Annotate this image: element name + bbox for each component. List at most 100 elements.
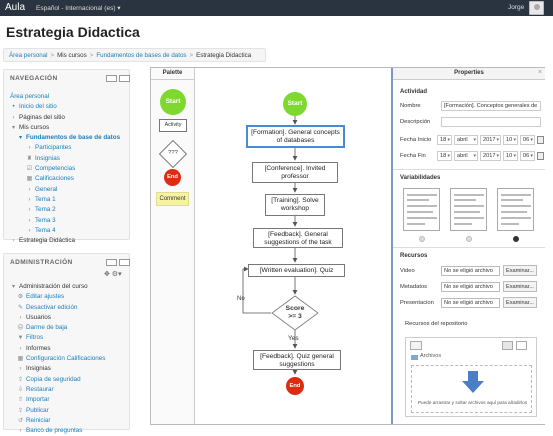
variability-thumbnail[interactable] [403,188,440,231]
nav-item[interactable]: › Tema 3 [10,216,130,226]
flow-activity-node[interactable]: [Feedback]. Quiz general suggestions [253,350,341,370]
dock-icon[interactable] [106,259,117,266]
grid-view-icon[interactable] [502,341,513,350]
end-day-select[interactable]: 18 [437,151,452,161]
file-icon[interactable] [410,341,422,350]
start-month-select[interactable]: abril [454,135,478,145]
end-month-select[interactable]: abril [454,151,478,161]
backup-icon: ⇪ [17,376,24,383]
top-navbar: Aula Español - Internacional (es) ▾ Jorg… [0,0,553,16]
admin-item[interactable]: › Insignias [10,364,130,374]
admin-item[interactable]: ▼ Filtros [10,333,130,343]
close-icon[interactable]: × [538,69,542,76]
start-day-select[interactable]: 18 [437,135,452,145]
video-browse-button[interactable]: Examinar... [503,265,537,276]
nav-item[interactable]: ▾ Mis cursos [10,123,130,133]
collapse-icon[interactable] [119,259,130,266]
page-title: Estrategia Didactica [6,24,140,40]
start-minute-select[interactable]: 06 [520,135,535,145]
nav-item[interactable]: › Estrategia Didáctica [10,236,130,246]
admin-item[interactable]: ⇪ Publicar [10,406,130,416]
breadcrumb-item[interactable]: Mis cursos [57,52,87,59]
end-hour-select[interactable]: 10 [503,151,518,161]
admin-item[interactable]: ↺ Reiniciar [10,416,130,426]
nav-item[interactable]: ☑ Competencias [10,164,130,174]
flow-activity-node[interactable]: [Training]. Solve workshop [265,194,325,216]
palette-activity[interactable]: Activity [159,119,187,132]
name-label: Nombre [400,103,421,109]
admin-item[interactable]: ⇪ Copia de seguridad [10,375,130,385]
nav-item[interactable]: ♜ Insignias [10,154,130,164]
nav-item[interactable]: • Inicio del sitio [10,102,130,112]
flow-activity-node[interactable]: [Feedback]. General suggestions of the t… [253,228,343,248]
nav-item[interactable]: › Páginas del sitio [10,113,130,123]
admin-item[interactable]: › Informes [10,344,130,354]
end-year-select[interactable]: 2017 [480,151,501,161]
flow-activity-node[interactable]: [Conference]. Invited professor [252,162,338,183]
palette-end[interactable]: End [164,169,181,186]
user-name[interactable]: Jorge [508,4,524,11]
nav-item[interactable]: ▦ Calificaciones [10,174,130,184]
site-brand[interactable]: Aula [5,2,25,13]
calendar-icon[interactable] [537,152,544,160]
drop-zone[interactable]: Puede arrastrar y soltar archivos aquí p… [411,365,532,413]
variability-radio[interactable] [419,236,425,242]
breadcrumb-item[interactable]: Área personal [9,52,48,59]
admin-item[interactable]: ⇩ Restaurar [10,385,130,395]
presentation-browse-button[interactable]: Examinar... [503,297,537,308]
start-hour-select[interactable]: 10 [503,135,518,145]
move-icon[interactable]: ✥ ⚙▾ [104,270,122,278]
admin-item[interactable]: ⚙ Editar ajustes [10,292,130,302]
admin-item[interactable]: ✎ Desactivar edición [10,303,130,313]
nav-item[interactable]: › Tema 2 [10,205,130,215]
calendar-icon[interactable] [537,136,544,144]
grades-icon: ▦ [17,356,24,363]
admin-item[interactable]: ▾ Administración del curso [10,282,130,292]
metadata-browse-button[interactable]: Examinar... [503,281,537,292]
variability-radio[interactable] [513,236,519,242]
flow-decision-node[interactable]: Score >= 3 [271,295,319,331]
variability-thumbnail[interactable] [497,188,534,231]
avatar[interactable] [529,1,544,15]
dock-icon[interactable] [106,75,117,82]
palette-decision[interactable]: ??? [158,139,188,169]
language-menu[interactable]: Español - Internacional (es) ▾ [36,4,121,12]
flow-decision-label: Score >= 3 [285,305,305,320]
admin-item[interactable]: › Usuarios [10,313,130,323]
admin-item[interactable]: ⇧ Importar [10,395,130,405]
list-view-icon[interactable] [516,341,527,350]
gear-icon: ⚙ [17,294,24,301]
nav-item[interactable]: ▾ Fundamentos de base de datos [10,133,130,143]
video-file-status: No se eligió archivo [441,266,500,276]
start-year-select[interactable]: 2017 [480,135,501,145]
admin-tree: ▾ Administración del curso ⚙ Editar ajuste… [10,282,130,436]
flow-activity-node[interactable]: [Formation]. General concepts of databas… [246,125,345,148]
nav-item[interactable]: › Tema 4 [10,226,130,236]
bullet-icon: • [12,104,15,111]
nav-item[interactable]: Área personal [10,92,130,102]
admin-item[interactable]: ▦ Configuración Calificaciones [10,354,130,364]
pencil-icon: ✎ [17,304,24,311]
chevron-right-icon: › [28,196,31,203]
admin-item[interactable]: › Banco de preguntas [10,426,130,436]
flow-activity-node[interactable]: [Written evaluation]. Quiz [248,264,345,277]
nav-item[interactable]: › General [10,185,130,195]
flow-canvas[interactable]: Start [Formation]. General concepts of d… [195,68,391,424]
repository-label: Recursos del repositorio [405,321,468,327]
flow-end-node[interactable]: End [286,377,304,395]
nav-item[interactable]: › Participantes [10,143,130,153]
breadcrumb-item[interactable]: Fundamentos de bases de datos [96,52,186,59]
name-input[interactable]: [Formación]. Conceptos generales de [441,101,541,111]
variability-thumbnail[interactable] [450,188,487,231]
navigation-block: NAVEGACIÓN Área personal • Inicio del sit… [3,69,130,244]
flow-start-node[interactable]: Start [283,92,307,116]
variability-radio[interactable] [466,236,472,242]
end-minute-select[interactable]: 06 [520,151,535,161]
nav-item[interactable]: › Tema 1 [10,195,130,205]
folder-label[interactable]: Archivos [420,353,441,359]
description-input[interactable] [441,117,541,127]
palette-start[interactable]: Start [160,89,186,115]
palette-comment[interactable]: Comment [156,192,189,206]
admin-item[interactable]: ☹ Darme de baja [10,323,130,333]
collapse-icon[interactable] [119,75,130,82]
